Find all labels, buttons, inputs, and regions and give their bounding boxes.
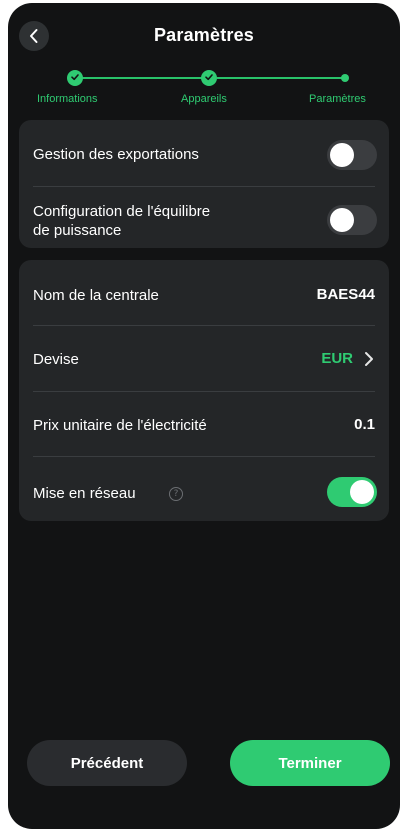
toggle-knob [350, 480, 374, 504]
progress-stepper: Informations Appareils Paramètres [8, 65, 400, 111]
export-management-toggle[interactable] [327, 140, 377, 170]
power-balance-label-line2: de puissance [33, 222, 122, 239]
step-connector [217, 77, 345, 79]
row-divider [33, 325, 375, 326]
row-divider [33, 186, 375, 187]
check-icon [70, 69, 80, 87]
step-label-informations: Informations [37, 93, 98, 105]
finish-button[interactable]: Terminer [230, 740, 390, 786]
step-connector [74, 77, 209, 79]
settings-card-power: Gestion des exportations Configuration d… [19, 120, 389, 248]
step-label-parametres: Paramètres [309, 93, 366, 105]
unit-price-value[interactable]: 0.1 [354, 416, 375, 433]
question-circle-icon[interactable]: ? [169, 487, 183, 501]
row-divider [33, 391, 375, 392]
unit-price-label: Prix unitaire de l'électricité [33, 417, 207, 434]
plant-name-value[interactable]: BAES44 [317, 286, 375, 303]
toggle-knob [330, 143, 354, 167]
plant-name-label: Nom de la centrale [33, 287, 159, 304]
row-divider [33, 456, 375, 457]
export-management-label: Gestion des exportations [33, 146, 199, 163]
step-1-dot [67, 70, 83, 86]
networking-toggle[interactable] [327, 477, 377, 507]
previous-button[interactable]: Précédent [27, 740, 187, 786]
app-screen: Paramètres Informations Appareils Paramè… [8, 3, 400, 829]
step-label-appareils: Appareils [181, 93, 227, 105]
power-balance-label-line1: Configuration de l'équilibre [33, 203, 211, 220]
page-title: Paramètres [153, 25, 255, 45]
step-2-dot [201, 70, 217, 86]
step-3-dot [341, 74, 349, 82]
power-balance-label: Configuration de l'équilibre de puissanc… [33, 202, 210, 240]
toggle-knob [330, 208, 354, 232]
power-balance-toggle[interactable] [327, 205, 377, 235]
chevron-right-icon[interactable] [362, 350, 376, 368]
settings-card-plant: Nom de la centrale BAES44 Devise EUR Pri… [19, 260, 389, 521]
check-icon [204, 69, 214, 87]
currency-value[interactable]: EUR [321, 350, 353, 367]
networking-label: Mise en réseau [33, 485, 136, 502]
header: Paramètres [8, 3, 400, 65]
currency-label: Devise [33, 351, 79, 368]
